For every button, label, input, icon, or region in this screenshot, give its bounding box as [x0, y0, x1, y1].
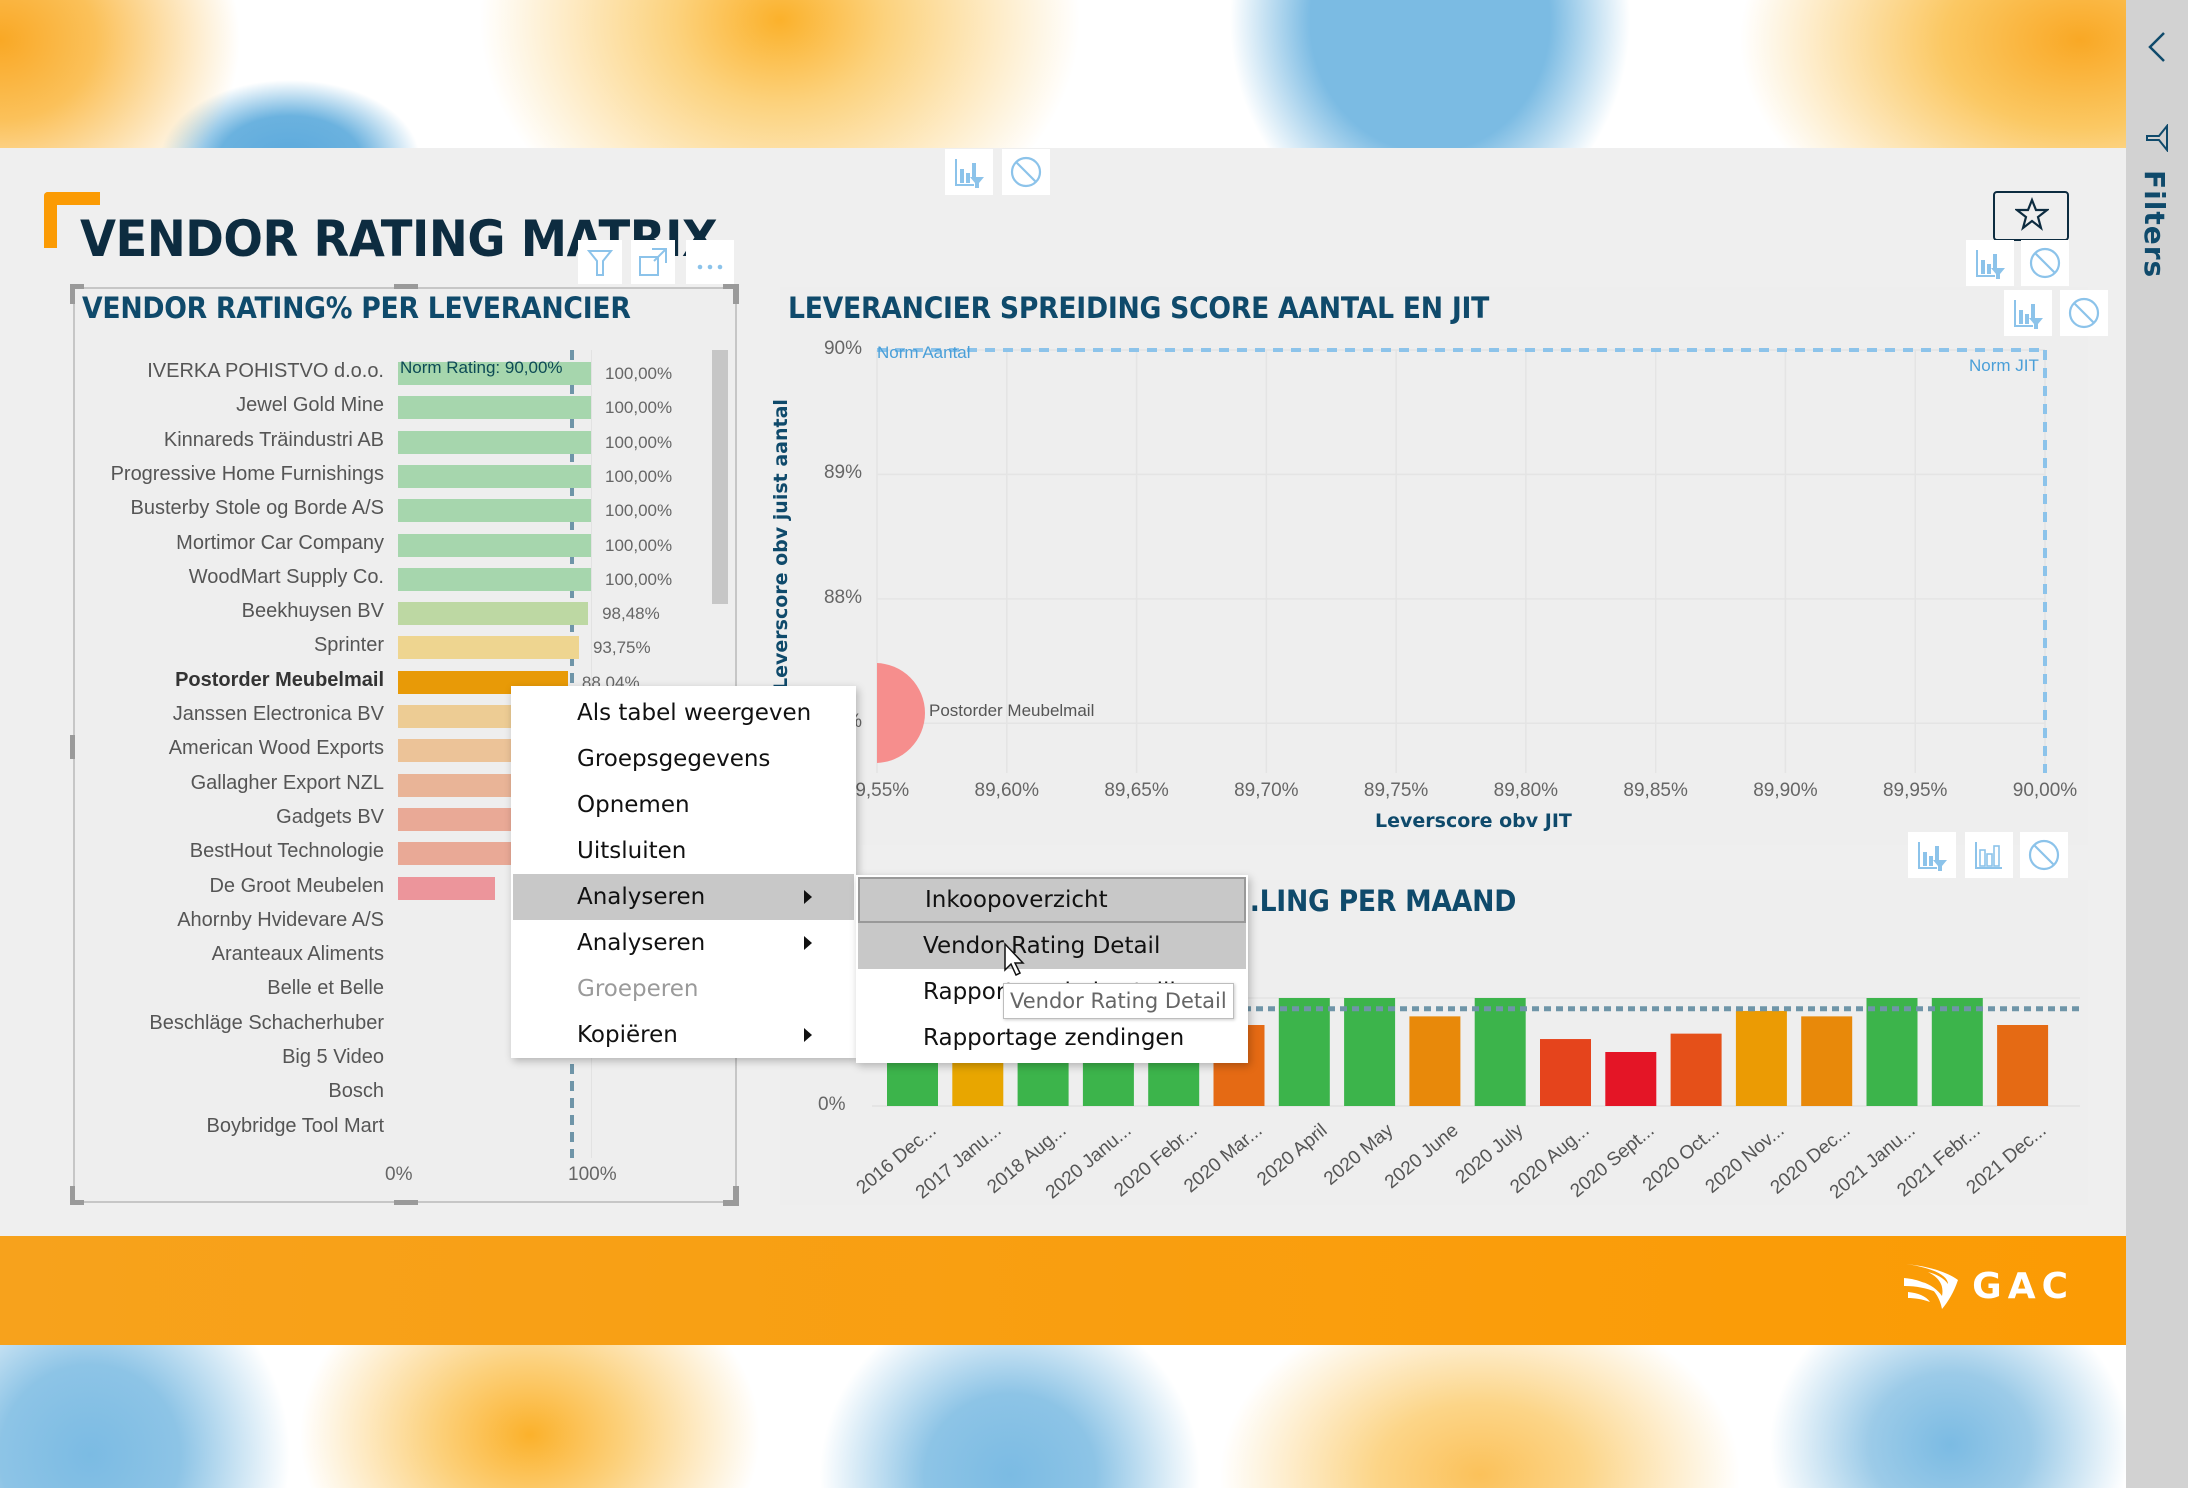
monthly-bar[interactable] [1474, 998, 1526, 1106]
submenu-arrow-icon [804, 1028, 812, 1042]
monthly-bar[interactable] [1931, 998, 1983, 1106]
context-menu-item[interactable]: Analyseren [513, 874, 854, 920]
menu-item-label: Als tabel weergeven [577, 700, 812, 726]
context-menu-item[interactable]: Als tabel weergeven [513, 690, 854, 736]
context-menu-item[interactable]: Analyseren [513, 920, 854, 966]
submenu-arrow-icon [804, 936, 812, 950]
menu-item-label: Groeperen [577, 976, 699, 1002]
menu-item-label: Analyseren [577, 884, 706, 910]
menu-item-label: Analyseren [577, 930, 706, 956]
monthly-bar[interactable] [1670, 1033, 1722, 1106]
context-menu-item[interactable]: Kopiëren [513, 1012, 854, 1058]
context-menu-item[interactable]: Opnemen [513, 782, 854, 828]
context-menu-item: Groeperen [513, 966, 854, 1012]
context-menu[interactable]: Als tabel weergeven Groepsgegevens Opnemen… [511, 686, 856, 1058]
menu-item-label: Uitsluiten [577, 838, 687, 864]
menu-item-label: Opnemen [577, 792, 690, 818]
analyseren-submenu[interactable]: Inkoopoverzicht Vendor Rating Detail Rappo… [856, 875, 1248, 1063]
monthly-rating-chart [872, 997, 2080, 1107]
menu-item-label: Rapportage zendingen [923, 1025, 1185, 1051]
tooltip: Vendor Rating Detail [1003, 983, 1234, 1019]
monthly-y-tick-0: 0% [818, 1094, 846, 1115]
menu-item-label: Groepsgegevens [577, 746, 771, 772]
submenu-arrow-icon [804, 890, 812, 904]
menu-item-label: Inkoopoverzicht [925, 887, 1108, 913]
monthly-bar[interactable] [1278, 998, 1330, 1106]
monthly-bar[interactable] [1735, 1010, 1787, 1106]
monthly-bar[interactable] [1801, 1016, 1853, 1106]
menu-item-label: Kopiëren [577, 1022, 678, 1048]
monthly-bar[interactable] [1409, 1016, 1461, 1106]
monthly-bar[interactable] [1605, 1052, 1657, 1106]
monthly-bar[interactable] [1997, 1025, 2049, 1106]
mouse-cursor-icon [1004, 942, 1025, 977]
menu-item-label: Vendor Rating Detail [923, 933, 1161, 959]
submenu-item[interactable]: Inkoopoverzicht [858, 877, 1246, 923]
monthly-bar[interactable] [1540, 1039, 1591, 1106]
submenu-item[interactable]: Rapportage zendingen [858, 1015, 1246, 1061]
monthly-bar[interactable] [1866, 998, 1918, 1106]
context-menu-item[interactable]: Groepsgegevens [513, 736, 854, 782]
context-menu-item[interactable]: Uitsluiten [513, 828, 854, 874]
monthly-bar[interactable] [1344, 998, 1396, 1106]
submenu-item[interactable]: Vendor Rating Detail [858, 923, 1246, 969]
